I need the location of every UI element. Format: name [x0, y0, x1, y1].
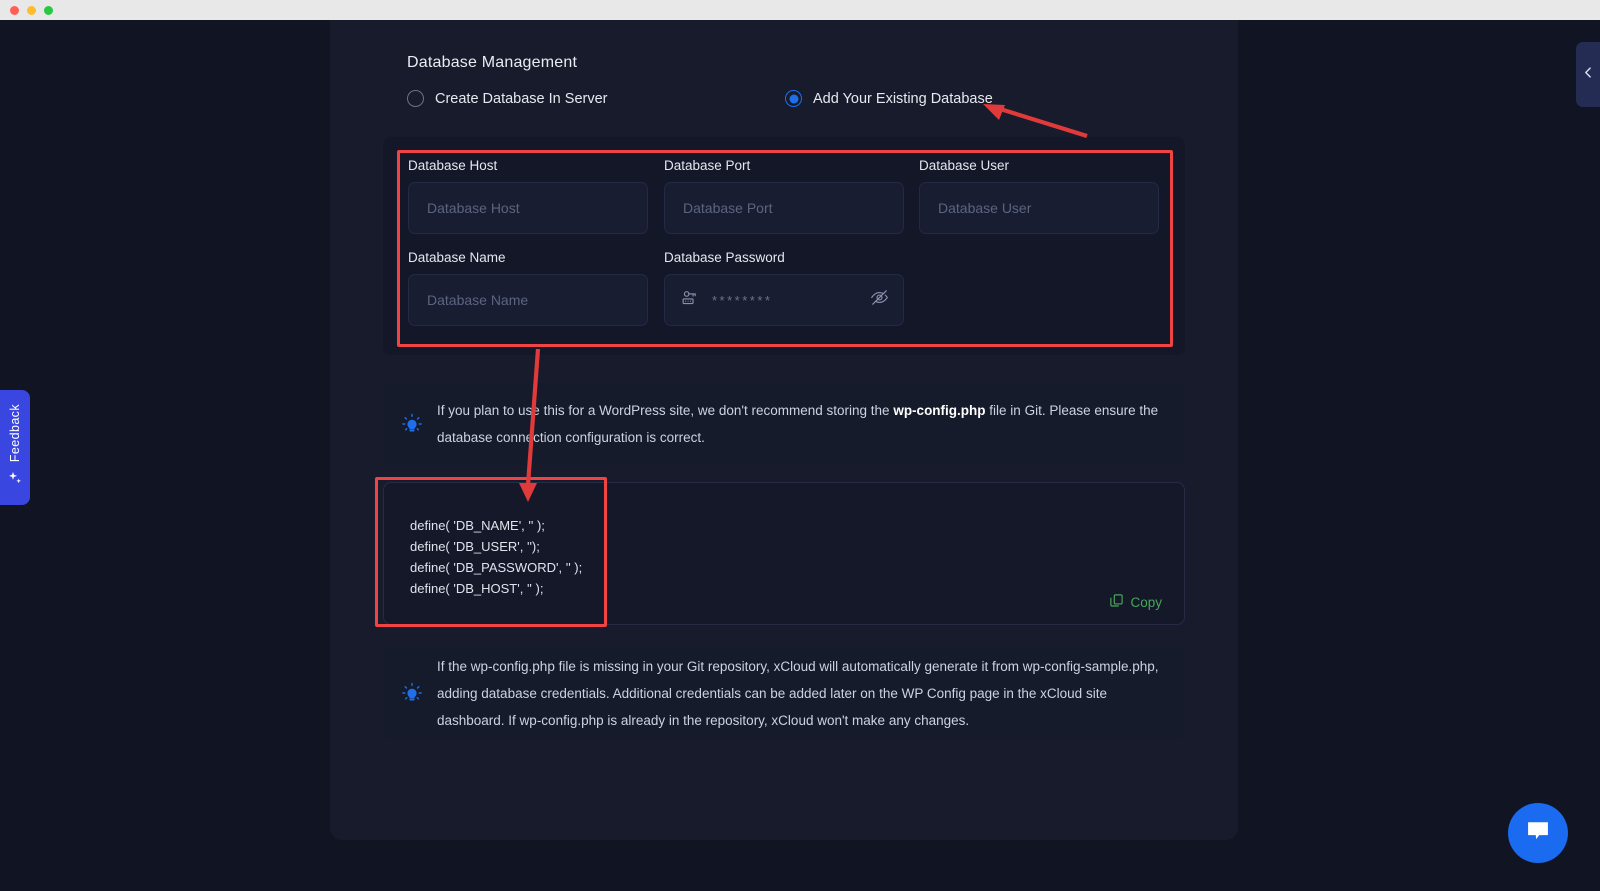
window-minimize-button[interactable]	[27, 5, 36, 15]
page-title: Database Management	[407, 54, 578, 71]
note-top-text-before: If you plan to use this for a WordPress …	[437, 403, 894, 418]
label-database-host: Database Host	[408, 158, 498, 173]
window-close-button[interactable]	[10, 5, 19, 15]
password-masked-value: ********	[712, 292, 773, 308]
note-top-bold: wp-config.php	[893, 403, 986, 418]
browser-titlebar	[0, 0, 1600, 20]
field-database-password: Database Password ********	[664, 250, 904, 326]
placeholder-database-name: Database Name	[427, 292, 529, 308]
wp-config-code-block: define( 'DB_NAME', '' ); define( 'DB_USE…	[383, 482, 1185, 625]
placeholder-database-port: Database Port	[683, 200, 773, 216]
field-database-host: Database Host Database Host	[408, 158, 648, 234]
placeholder-database-user: Database User	[938, 200, 1032, 216]
placeholder-database-host: Database Host	[427, 200, 520, 216]
input-database-port[interactable]: Database Port	[664, 182, 904, 234]
wp-config-generation-note: If the wp-config.php file is missing in …	[383, 647, 1185, 739]
radio-create-database-in-server[interactable]: Create Database In Server	[407, 90, 607, 107]
lightbulb-icon	[401, 413, 423, 435]
key-icon	[681, 289, 698, 311]
eye-off-icon[interactable]	[870, 288, 889, 312]
radio-add-existing-database[interactable]: Add Your Existing Database	[785, 90, 993, 107]
field-database-user: Database User Database User	[919, 158, 1159, 234]
input-database-password[interactable]: ********	[664, 274, 904, 326]
copy-icon	[1109, 593, 1124, 611]
input-database-name[interactable]: Database Name	[408, 274, 648, 326]
radio-label-create: Create Database In Server	[435, 90, 608, 107]
input-database-host[interactable]: Database Host	[408, 182, 648, 234]
label-database-user: Database User	[919, 158, 1010, 173]
chevron-left-icon	[1582, 66, 1595, 84]
label-database-port: Database Port	[664, 158, 751, 173]
label-database-name: Database Name	[408, 250, 506, 265]
chat-widget-button[interactable]	[1508, 803, 1568, 863]
field-database-name: Database Name Database Name	[408, 250, 648, 326]
code-lines: define( 'DB_NAME', '' ); define( 'DB_USE…	[410, 518, 583, 597]
radio-icon-checked[interactable]	[785, 90, 802, 107]
database-credentials-card: Database Host Database Host Database Por…	[383, 137, 1185, 355]
field-database-port: Database Port Database Port	[664, 158, 904, 234]
sparkles-icon	[7, 470, 23, 491]
note-bottom-text: If the wp-config.php file is missing in …	[437, 658, 1159, 728]
wordpress-git-note: If you plan to use this for a WordPress …	[383, 383, 1185, 465]
note-top-text: If you plan to use this for a WordPress …	[437, 397, 1163, 451]
page-background: Database Management Create Database In S…	[0, 20, 1600, 891]
label-database-password: Database Password	[664, 250, 785, 265]
lightbulb-icon	[401, 682, 423, 704]
copy-button[interactable]: Copy	[1109, 593, 1162, 611]
panel-collapse-toggle[interactable]	[1576, 42, 1600, 107]
window-maximize-button[interactable]	[44, 5, 53, 15]
radio-icon-unchecked[interactable]	[407, 90, 424, 107]
input-database-user[interactable]: Database User	[919, 182, 1159, 234]
radio-label-existing: Add Your Existing Database	[813, 90, 993, 107]
feedback-label: Feedback	[8, 403, 22, 463]
chat-bubble-icon	[1524, 817, 1552, 850]
copy-label: Copy	[1130, 594, 1162, 610]
feedback-tab[interactable]: Feedback	[0, 390, 30, 505]
